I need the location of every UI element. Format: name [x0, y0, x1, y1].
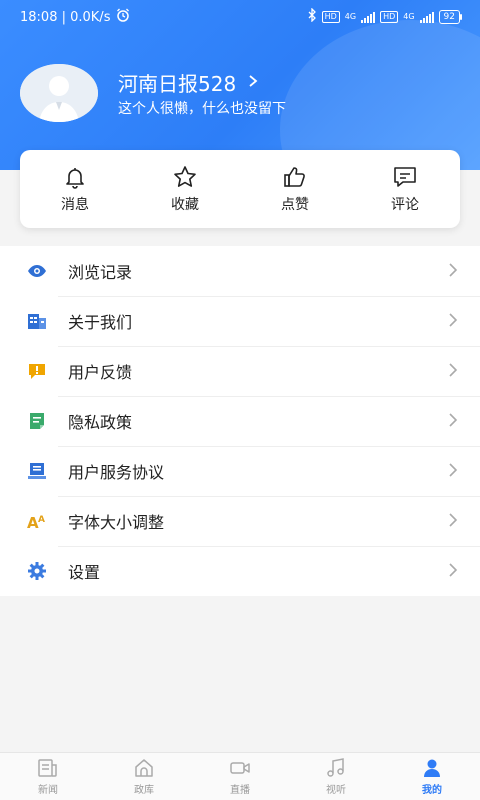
tab-label: 新闻: [38, 785, 58, 796]
menu-item-settings[interactable]: 设置: [0, 546, 480, 596]
menu-item-font-size[interactable]: AA 字体大小调整: [0, 496, 480, 546]
quick-action-messages[interactable]: 消息: [35, 164, 115, 214]
feedback-icon: [26, 360, 48, 382]
bottom-tab-bar: 新闻 政库 直播 视听 我的: [0, 752, 480, 800]
chevron-right-icon: [449, 313, 458, 327]
alarm-icon: [116, 8, 130, 26]
building-icon: [26, 310, 48, 332]
user-name: 河南日报528: [118, 72, 237, 96]
document-icon: [26, 410, 48, 432]
settings-menu: 浏览记录 关于我们 用户反馈 隐私政策 用户服务协议 AA 字体大小调整 设置: [0, 246, 480, 596]
menu-item-label: 设置: [68, 563, 101, 582]
chevron-right-icon: [449, 463, 458, 477]
menu-item-label: 浏览记录: [68, 263, 133, 282]
svg-text:A: A: [38, 515, 45, 525]
quick-actions-card: 消息 收藏 点赞 评论: [20, 150, 460, 228]
menu-item-label: 隐私政策: [68, 413, 133, 432]
video-camera-icon: [230, 762, 250, 774]
menu-item-privacy-policy[interactable]: 隐私政策: [0, 396, 480, 446]
network-type-2: 4G: [403, 12, 415, 21]
hd-badge-2: HD: [380, 11, 399, 23]
home-icon: [135, 759, 153, 777]
menu-item-label: 关于我们: [68, 313, 133, 332]
thumbs-up-icon: [284, 167, 305, 187]
default-avatar-icon: [20, 64, 98, 122]
quick-action-label: 消息: [61, 197, 89, 213]
battery-indicator: 92: [438, 10, 463, 24]
comment-icon: [394, 167, 416, 187]
agreement-icon: [26, 460, 48, 482]
tab-label: 我的: [422, 785, 442, 796]
quick-action-label: 收藏: [171, 197, 199, 213]
quick-action-comments[interactable]: 评论: [365, 164, 445, 214]
menu-item-service-agreement[interactable]: 用户服务协议: [0, 446, 480, 496]
chevron-right-icon: [449, 413, 458, 427]
gear-icon: [26, 560, 48, 582]
tab-label: 政库: [134, 785, 154, 796]
avatar[interactable]: [20, 64, 98, 122]
chevron-right-icon: [248, 73, 258, 92]
user-icon: [424, 759, 440, 777]
bell-icon: [66, 168, 84, 189]
tab-audio-video[interactable]: 视听: [301, 757, 371, 796]
user-bio: 这个人很懒，什么也没留下: [118, 101, 286, 117]
star-icon: [174, 166, 196, 187]
network-type-1: 4G: [344, 12, 357, 21]
eye-icon: [26, 260, 48, 282]
tab-news[interactable]: 新闻: [13, 757, 83, 796]
tab-label: 直播: [230, 785, 250, 796]
chevron-right-icon: [449, 263, 458, 277]
quick-action-likes[interactable]: 点赞: [255, 164, 335, 214]
header-decoration: [280, 20, 480, 170]
menu-item-label: 用户反馈: [68, 363, 133, 382]
user-name-link[interactable]: 河南日报528: [118, 68, 258, 97]
tab-policy-library[interactable]: 政库: [109, 757, 179, 796]
quick-action-favorites[interactable]: 收藏: [145, 164, 225, 214]
status-time-speed: 18:08 | 0.0K/s: [20, 9, 111, 25]
menu-item-label: 字体大小调整: [68, 513, 165, 532]
tab-live[interactable]: 直播: [205, 757, 275, 796]
chevron-right-icon: [449, 563, 458, 577]
tab-label: 视听: [326, 785, 346, 796]
status-bar: 18:08 | 0.0K/s HD 4G HD 4G 92: [0, 0, 480, 34]
music-icon: [327, 758, 344, 777]
menu-item-label: 用户服务协议: [68, 463, 165, 482]
hd-badge-1: HD: [321, 11, 340, 23]
menu-item-browse-history[interactable]: 浏览记录: [0, 246, 480, 296]
font-size-icon: AA: [26, 510, 48, 532]
profile-header: 18:08 | 0.0K/s HD 4G HD 4G 92 河南日报528 这个…: [0, 0, 480, 170]
menu-item-about-us[interactable]: 关于我们: [0, 296, 480, 346]
tab-mine[interactable]: 我的: [397, 757, 467, 796]
menu-item-user-feedback[interactable]: 用户反馈: [0, 346, 480, 396]
signal-icon-1: [361, 11, 376, 23]
bluetooth-icon: [307, 7, 317, 26]
signal-icon-2: [419, 11, 434, 23]
quick-action-label: 评论: [391, 197, 419, 213]
news-icon: [38, 759, 57, 777]
quick-action-label: 点赞: [281, 197, 309, 213]
chevron-right-icon: [449, 363, 458, 377]
chevron-right-icon: [449, 513, 458, 527]
